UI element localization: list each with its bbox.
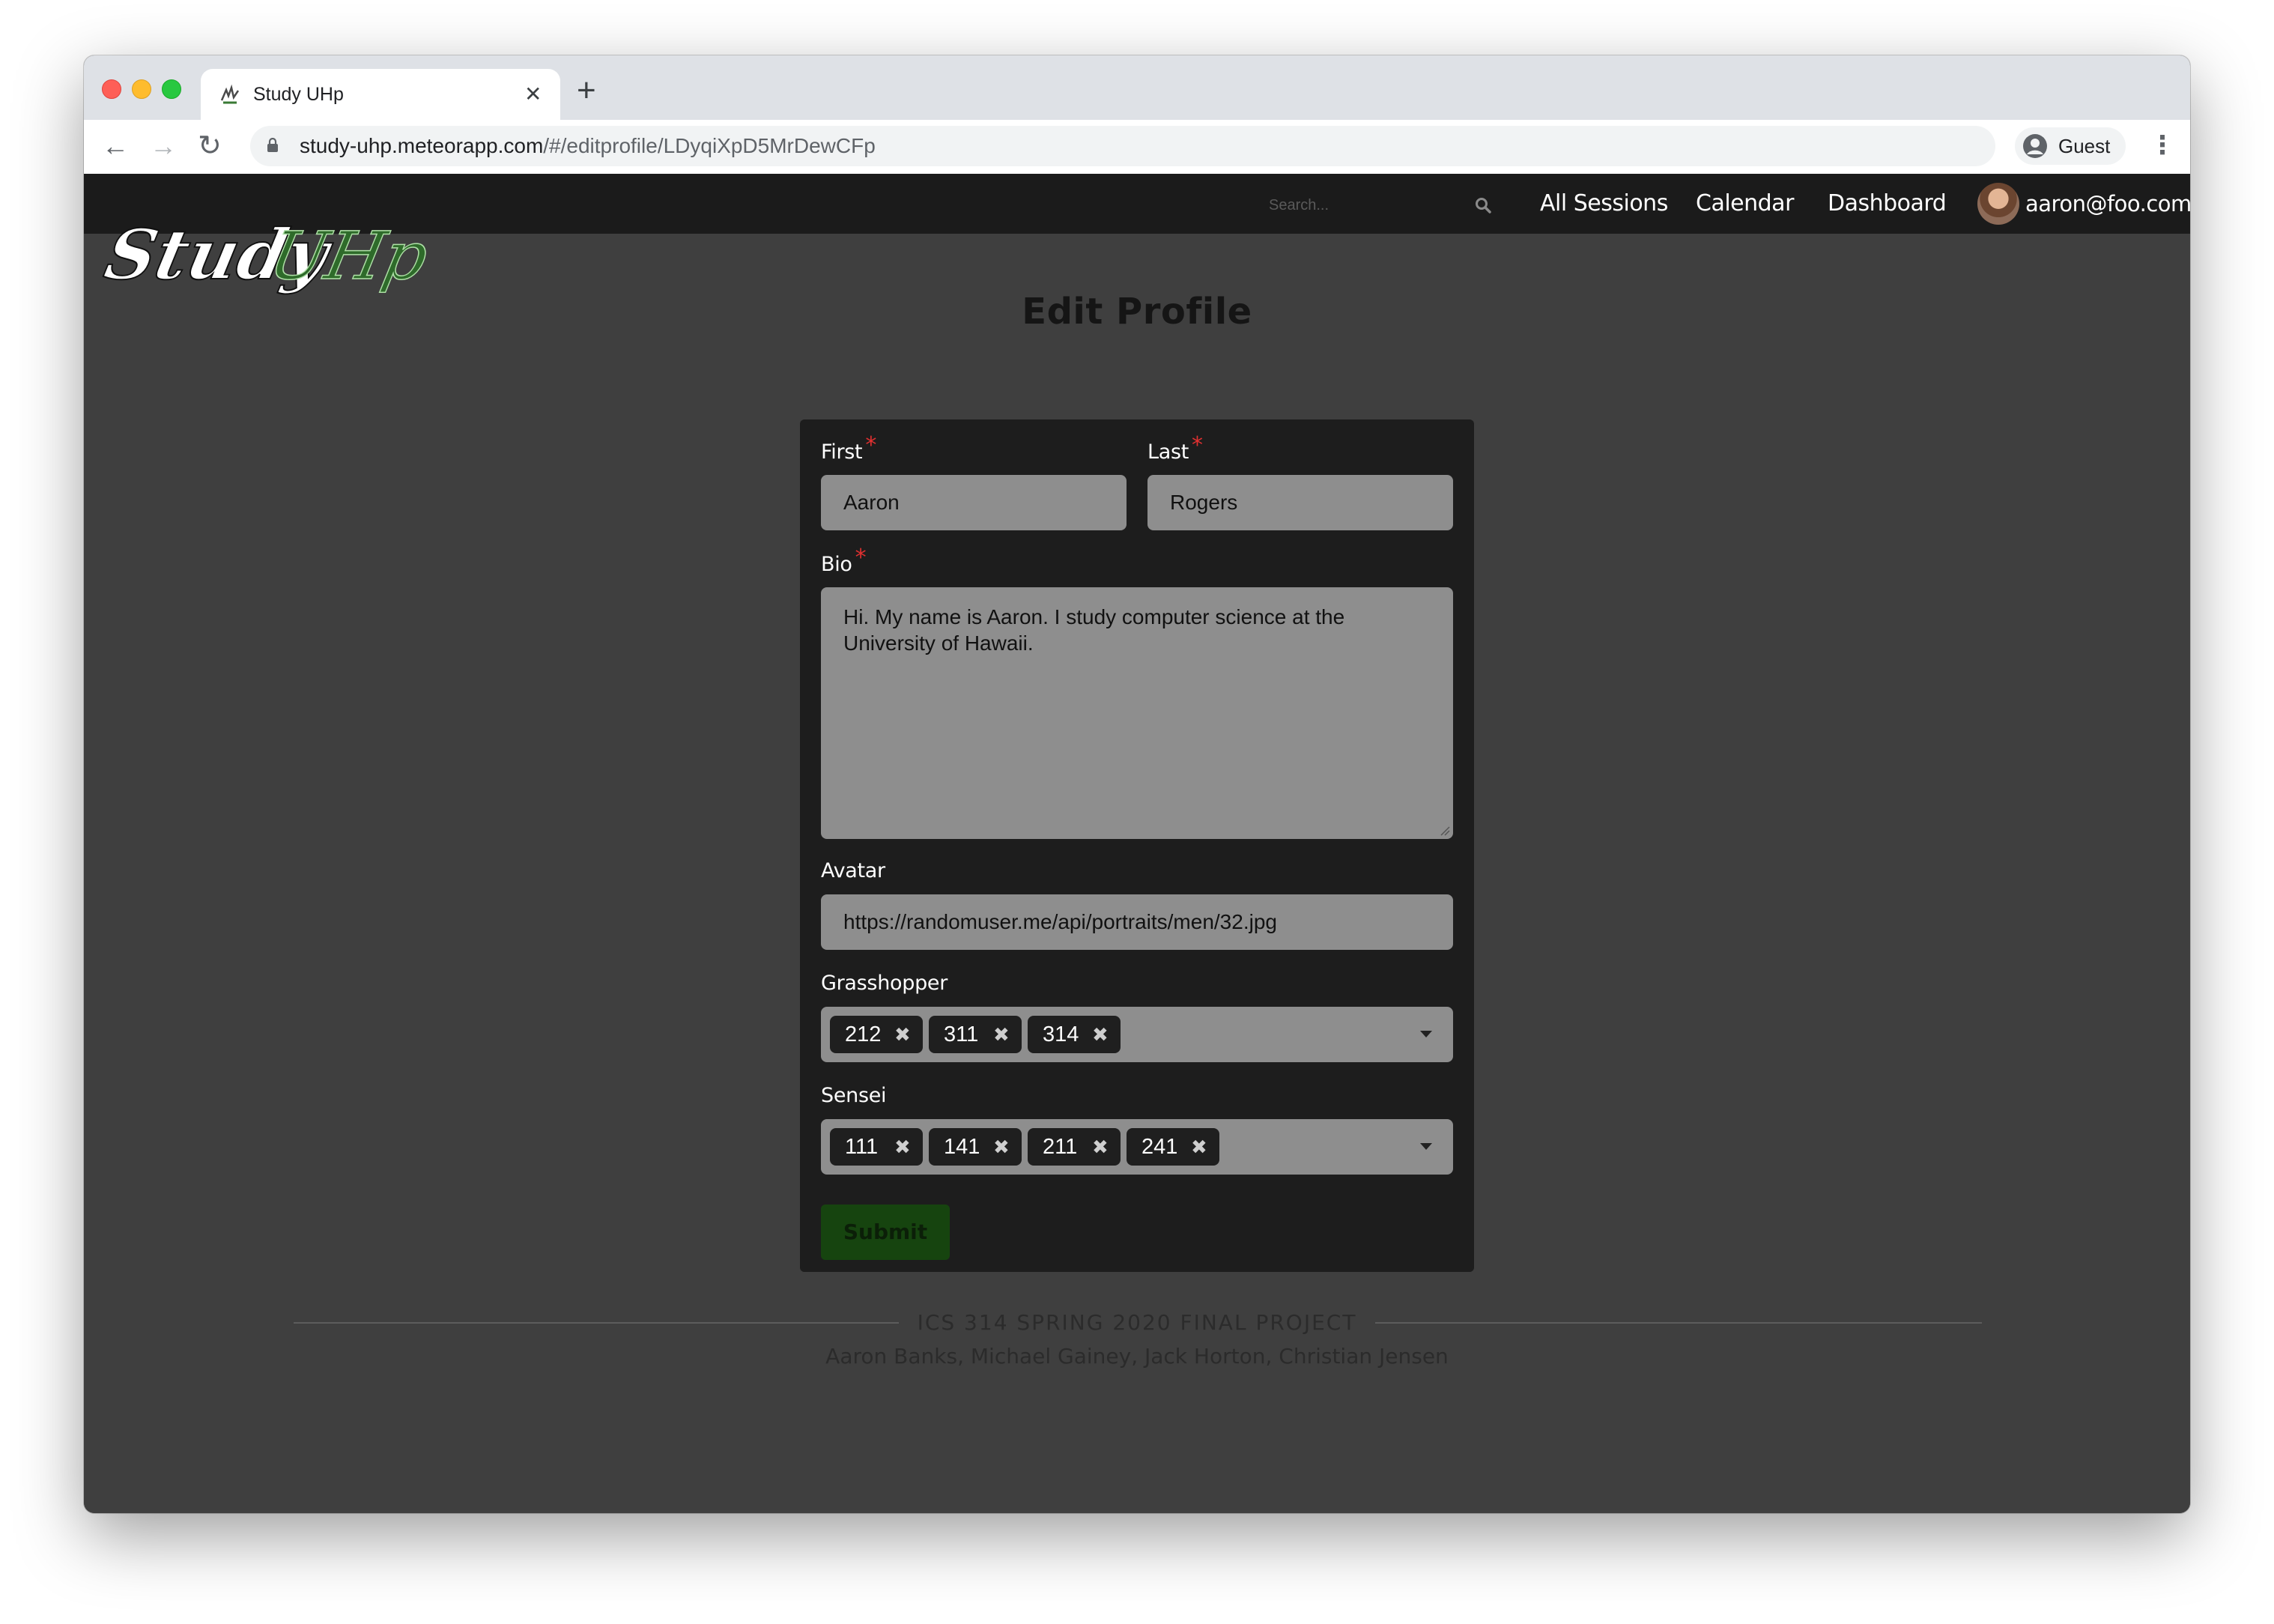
first-name-value: Aaron [843, 491, 900, 514]
avatar-label: Avatar [821, 859, 885, 882]
plus-icon[interactable]: + [577, 72, 596, 109]
remove-chip-icon[interactable]: ✖ [1092, 1016, 1109, 1053]
tab-strip: Study UHp ✕ + [84, 55, 2190, 120]
close-icon[interactable]: ✕ [524, 82, 542, 107]
first-name-label-text: First [821, 440, 863, 464]
browser-toolbar: ← → ↻ study-uhp.meteorapp.com/#/editprof… [84, 120, 2190, 175]
last-name-label: Last * [1147, 433, 1203, 465]
forward-arrow-icon[interactable]: → [150, 127, 177, 165]
account-icon [2023, 134, 2047, 158]
course-chip: 111 ✖ [830, 1128, 923, 1166]
profile-button[interactable]: Guest [2015, 127, 2126, 165]
required-mark: * [865, 432, 877, 458]
remove-chip-icon[interactable]: ✖ [993, 1016, 1010, 1053]
last-name-value: Rogers [1170, 491, 1238, 514]
browser-window: Study UHp ✕ + ← → ↻ study-uhp.meteorapp.… [84, 55, 2190, 1513]
nav-dashboard[interactable]: Dashboard [1828, 189, 1947, 219]
url-path: /#/editprofile/LDyqiXpD5MrDewCFp [543, 134, 876, 157]
tab-title: Study UHp [253, 84, 344, 105]
course-chip: 211 ✖ [1028, 1128, 1121, 1166]
minimize-window-button[interactable] [132, 79, 151, 99]
grasshopper-label: Grasshopper [821, 972, 948, 995]
browser-tab[interactable]: Study UHp ✕ [201, 69, 560, 120]
bio-label: Bio * [821, 545, 867, 578]
app-logo[interactable]: Study UHp [97, 180, 435, 300]
back-arrow-icon[interactable]: ← [102, 127, 129, 165]
app-viewport: Study UHp All Sessions Calendar Dashboar… [84, 174, 2190, 1513]
avatar[interactable] [1977, 183, 2019, 225]
edit-profile-form: First * Aaron Last * Rogers Bio * Hi. My na… [800, 419, 1474, 1272]
footer-title: ICS 314 SPRING 2020 FINAL PROJECT [84, 1309, 2190, 1336]
course-chip-label: 314 [1043, 1022, 1079, 1046]
required-mark: * [855, 545, 867, 571]
logo-text-uhp: UHp [264, 217, 435, 294]
first-name-label: First * [821, 433, 876, 465]
url-host: study-uhp.meteorapp.com [300, 134, 544, 157]
page-title: Edit Profile [1022, 291, 1252, 333]
required-mark: * [1192, 432, 1203, 458]
course-chip: 311 ✖ [929, 1016, 1022, 1053]
bio-textarea[interactable]: Hi. My name is Aaron. I study computer s… [821, 587, 1453, 839]
first-name-field[interactable]: Aaron [821, 475, 1127, 530]
avatar-url-field[interactable]: https://randomuser.me/api/portraits/men/… [821, 894, 1453, 950]
app-navbar: Study UHp All Sessions Calendar Dashboar… [84, 174, 2190, 296]
footer-authors: Aaron Banks, Michael Gainey, Jack Horton… [825, 1344, 1449, 1369]
course-chip-label: 241 [1141, 1135, 1178, 1159]
user-menu[interactable]: aaron@foo.com [2025, 189, 2190, 219]
remove-chip-icon[interactable]: ✖ [1191, 1128, 1207, 1166]
course-chip: 212 ✖ [830, 1016, 923, 1053]
url-text: study-uhp.meteorapp.com/#/editprofile/LD… [300, 134, 876, 158]
remove-chip-icon[interactable]: ✖ [894, 1016, 911, 1053]
favicon-icon [220, 84, 240, 104]
remove-chip-icon[interactable]: ✖ [894, 1128, 911, 1166]
submit-button[interactable]: Submit [821, 1205, 950, 1260]
resize-handle-icon[interactable] [1440, 825, 1450, 836]
bio-value: Hi. My name is Aaron. I study computer s… [843, 605, 1345, 655]
nav-calendar[interactable]: Calendar [1696, 189, 1794, 219]
course-chip-label: 141 [944, 1135, 980, 1159]
profile-name: Guest [2058, 135, 2111, 157]
close-window-button[interactable] [102, 79, 121, 99]
course-chip-label: 211 [1043, 1135, 1078, 1159]
course-chip-label: 111 [845, 1135, 879, 1159]
course-chip-label: 311 [944, 1022, 979, 1046]
lock-icon [267, 138, 278, 152]
last-name-field[interactable]: Rogers [1147, 475, 1453, 530]
course-chip: 314 ✖ [1028, 1016, 1121, 1053]
nav-all-sessions[interactable]: All Sessions [1540, 189, 1668, 219]
bio-label-text: Bio [821, 553, 852, 576]
dropdown-caret-icon[interactable] [1420, 1031, 1432, 1037]
sensei-multiselect[interactable]: 111 ✖ 141 ✖ 211 ✖ 241 ✖ [821, 1119, 1453, 1175]
search-icon[interactable] [1474, 196, 1492, 214]
zoom-window-button[interactable] [162, 79, 181, 99]
search-input[interactable] [1267, 190, 1465, 220]
grasshopper-multiselect[interactable]: 212 ✖ 311 ✖ 314 ✖ [821, 1007, 1453, 1062]
course-chip-label: 212 [845, 1022, 882, 1046]
remove-chip-icon[interactable]: ✖ [993, 1128, 1010, 1166]
last-name-label-text: Last [1147, 440, 1189, 464]
dropdown-caret-icon[interactable] [1420, 1143, 1432, 1150]
footer-title-text: ICS 314 SPRING 2020 FINAL PROJECT [899, 1310, 1375, 1335]
remove-chip-icon[interactable]: ✖ [1092, 1128, 1109, 1166]
course-chip: 141 ✖ [929, 1128, 1022, 1166]
course-chip: 241 ✖ [1127, 1128, 1219, 1166]
avatar-url-value: https://randomuser.me/api/portraits/men/… [843, 910, 1277, 933]
kebab-menu-icon[interactable]: ⋮ [2150, 126, 2175, 165]
sensei-label: Sensei [821, 1084, 887, 1107]
reload-icon[interactable]: ↻ [198, 127, 222, 165]
address-bar[interactable]: study-uhp.meteorapp.com/#/editprofile/LD… [250, 126, 1995, 166]
